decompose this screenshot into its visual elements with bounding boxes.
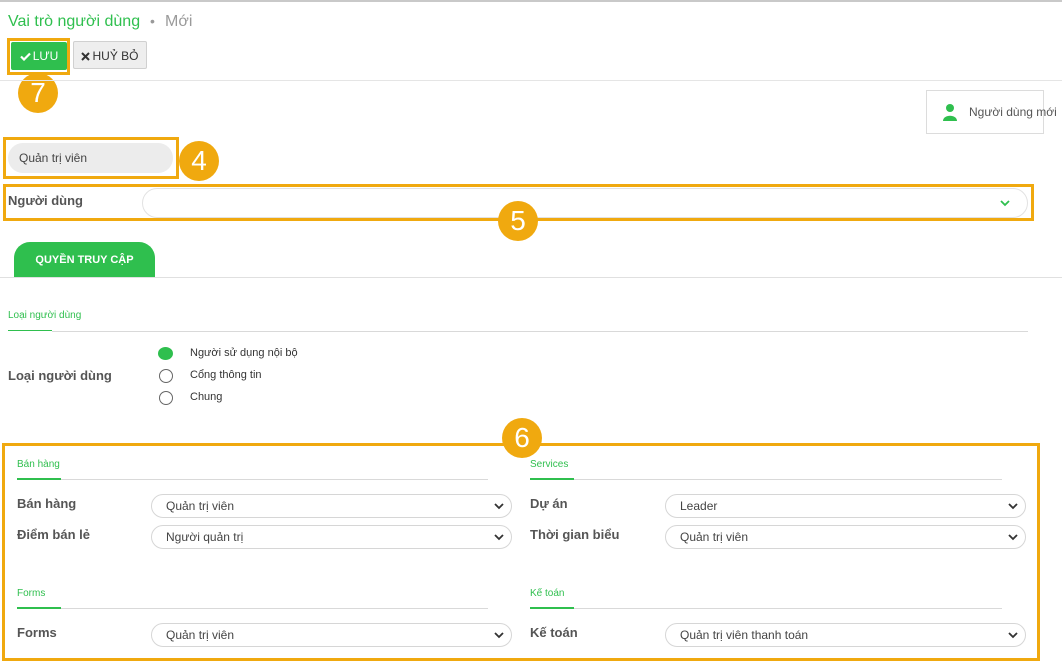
select-timesheet[interactable]: Quản trị viên: [665, 525, 1026, 549]
group-underline-accounting: [530, 607, 574, 609]
section-title-user-type: Loại người dùng: [8, 310, 82, 321]
radio-label-internal-user: Người sử dụng nội bộ: [190, 347, 298, 359]
field-label-accounting: Kế toán: [530, 625, 578, 640]
group-line-sales: [61, 479, 488, 480]
select-value-forms: Quản trị viên: [166, 628, 235, 642]
radio-internal-user[interactable]: [158, 347, 173, 360]
chevron-down-icon: [1008, 534, 1018, 541]
select-value-pos: Người quản trị: [166, 530, 244, 544]
field-label-pos: Điểm bán lẻ: [17, 527, 90, 542]
radio-public[interactable]: [159, 391, 173, 405]
select-value-timesheet: Quản trị viên: [680, 530, 749, 544]
breadcrumb-parent[interactable]: Vai trò người dùng: [8, 13, 140, 31]
group-line-forms: [61, 608, 488, 609]
close-icon: [81, 52, 91, 61]
annotation-badge-4: 4: [179, 141, 219, 181]
chevron-down-icon: [494, 632, 504, 639]
group-title-forms: Forms: [17, 588, 46, 599]
chevron-down-icon: [1008, 503, 1018, 510]
field-label-forms: Forms: [17, 625, 57, 640]
tab-access-rights[interactable]: QUYỀN TRUY CẬP: [14, 242, 155, 278]
field-label-sales: Bán hàng: [17, 496, 77, 511]
user-type-label: Loại người dùng: [8, 368, 112, 383]
user-icon: [943, 104, 957, 121]
section-line: [52, 331, 1028, 332]
field-label-timesheet: Thời gian biểu: [530, 527, 620, 542]
top-border: [0, 0, 1062, 2]
chevron-down-icon: [494, 534, 504, 541]
new-users-button[interactable]: Người dùng mới: [926, 90, 1057, 134]
select-sales[interactable]: Quản trị viên: [151, 494, 512, 518]
group-underline-sales: [17, 478, 61, 480]
radio-portal[interactable]: [159, 369, 173, 383]
section-underline: [8, 330, 52, 331]
chevron-down-icon: [1008, 632, 1018, 639]
tab-bar-line: [0, 277, 1062, 278]
field-label-project: Dự án: [530, 496, 568, 511]
annotation-badge-7: 7: [18, 73, 58, 113]
group-underline-forms: [17, 607, 61, 609]
chevron-down-icon: [494, 503, 504, 510]
highlight-box-4: [3, 137, 179, 179]
annotation-badge-6: 6: [502, 418, 542, 458]
group-line-accounting: [574, 608, 1002, 609]
cancel-label: HUỶ BỎ: [92, 49, 139, 63]
group-title-accounting: Kế toán: [530, 588, 565, 599]
select-project[interactable]: Leader: [665, 494, 1026, 518]
select-pos[interactable]: Người quản trị: [151, 525, 512, 549]
select-accounting[interactable]: Quản trị viên thanh toán: [665, 623, 1026, 647]
cancel-button[interactable]: HUỶ BỎ: [73, 41, 147, 69]
group-line-services: [574, 479, 1002, 480]
annotation-badge-5: 5: [498, 201, 538, 241]
group-title-sales: Bán hàng: [17, 459, 60, 470]
select-value-sales: Quản trị viên: [166, 499, 235, 513]
group-underline-services: [530, 478, 574, 480]
radio-label-portal: Cổng thông tin: [190, 369, 262, 381]
radio-label-public: Chung: [190, 391, 223, 403]
group-title-services: Services: [530, 459, 569, 470]
select-value-accounting: Quản trị viên thanh toán: [680, 628, 809, 642]
select-value-project: Leader: [680, 499, 718, 513]
toolbar-divider: [0, 80, 1062, 81]
breadcrumb-separator: •: [150, 13, 155, 29]
highlight-box-7: [7, 38, 70, 75]
select-forms[interactable]: Quản trị viên: [151, 623, 512, 647]
breadcrumb-current: Mới: [165, 13, 193, 30]
new-users-label: Người dùng mới: [969, 105, 1057, 119]
